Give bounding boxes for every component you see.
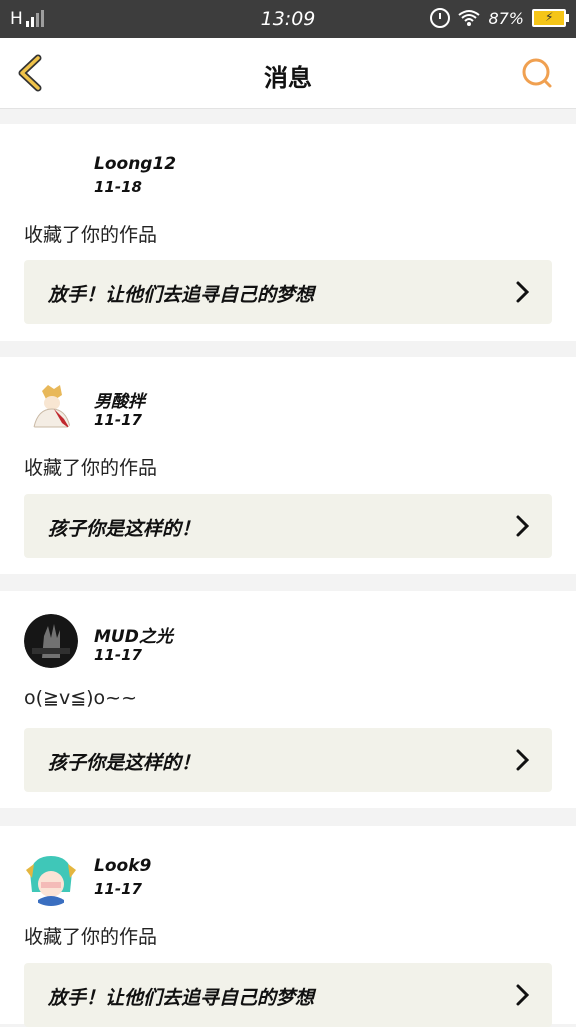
avatar[interactable] <box>24 614 78 668</box>
message-date: 11-17 <box>94 411 142 429</box>
page-title: 消息 <box>264 64 312 92</box>
message-date: 11-17 <box>94 880 142 898</box>
username[interactable]: 男酸拌 <box>94 387 145 412</box>
wifi-icon <box>458 10 481 26</box>
username[interactable]: Look9 <box>94 856 151 876</box>
username[interactable]: Loong12 <box>94 154 176 174</box>
work-title: 放手！让他们去追寻自己的梦想 <box>48 987 315 1009</box>
search-icon[interactable] <box>520 56 554 90</box>
chevron-right-icon <box>516 515 530 537</box>
alarm-icon <box>430 8 451 28</box>
work-link[interactable]: 放手！让他们去追寻自己的梦想 <box>24 963 552 1027</box>
work-title: 孩子你是这样的！ <box>48 752 201 774</box>
message-card: Look9 11-17 收藏了你的作品 放手！让他们去追寻自己的梦想 <box>0 826 576 1027</box>
message-text: 收藏了你的作品 <box>24 926 158 948</box>
work-title: 孩子你是这样的！ <box>48 518 201 540</box>
chevron-right-icon <box>516 281 530 303</box>
battery-icon: ⚡ <box>532 9 569 27</box>
nav-bar: 消息 <box>0 38 576 109</box>
status-bar: H 13:09 87% ⚡ <box>0 0 576 38</box>
work-title: 放手！让他们去追寻自己的梦想 <box>48 284 315 306</box>
avatar[interactable] <box>24 852 78 906</box>
message-text: o(≧v≦)o~~ <box>24 687 137 709</box>
battery-percent: 87% <box>488 8 524 28</box>
username[interactable]: MUD之光 <box>94 622 173 647</box>
message-card: MUD之光 11-17 o(≧v≦)o~~ 孩子你是这样的！ <box>0 591 576 808</box>
chevron-right-icon <box>516 984 530 1006</box>
message-card: 男酸拌 11-17 收藏了你的作品 孩子你是这样的！ <box>0 357 576 574</box>
work-link[interactable]: 孩子你是这样的！ <box>24 494 552 558</box>
avatar[interactable] <box>24 379 78 433</box>
chevron-right-icon <box>516 749 530 771</box>
message-date: 11-18 <box>94 178 142 196</box>
message-text: 收藏了你的作品 <box>24 224 158 246</box>
message-text: 收藏了你的作品 <box>24 457 158 479</box>
work-link[interactable]: 放手！让他们去追寻自己的梦想 <box>24 260 552 324</box>
work-link[interactable]: 孩子你是这样的！ <box>24 728 552 792</box>
status-icons: 87% ⚡ <box>430 8 569 28</box>
message-card: Loong12 11-18 收藏了你的作品 放手！让他们去追寻自己的梦想 <box>0 124 576 341</box>
message-date: 11-17 <box>94 646 142 664</box>
